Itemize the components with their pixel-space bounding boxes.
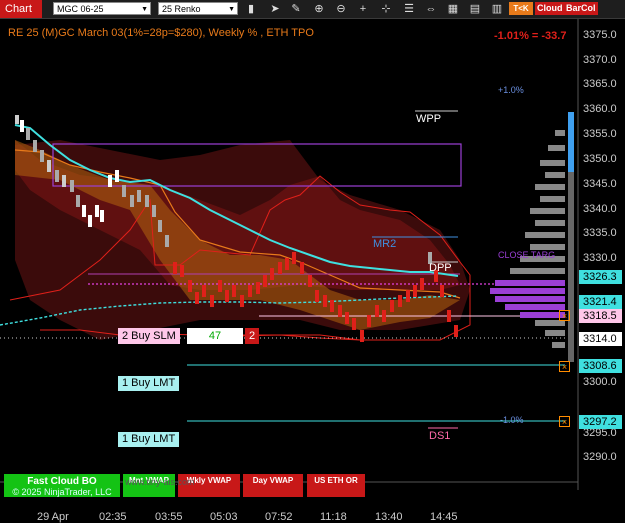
pencil-icon[interactable]: ✎ [289, 2, 303, 16]
fast-cloud-bo-button[interactable]: Fast Cloud BO © 2025 NinjaTrader, LLC [4, 474, 120, 497]
chart-panel[interactable]: RE 25 (M)GC March 03(1%=28p=$280), Weekl… [0, 19, 625, 523]
tok-button[interactable]: T<K [509, 2, 533, 15]
cancel-order-icon[interactable]: × [559, 310, 570, 321]
price-tick: 3345.0 [583, 178, 617, 190]
instrument-value: MGC 06-25 [57, 4, 104, 14]
minus-pct-label: -1.0% [500, 415, 524, 425]
plus-pct-label: +1.0% [498, 85, 524, 95]
price-tick: 3375.0 [583, 29, 617, 41]
wpp-label: WPP [416, 113, 442, 125]
properties-icon[interactable]: ☰ [402, 2, 416, 16]
fast-cloud-label: Fast Cloud BO [27, 476, 97, 487]
order-quantity-box[interactable]: 47 [187, 328, 243, 344]
price-tick: 3365.0 [583, 78, 617, 90]
copyright-text: © 2025 NinjaTrader, LLC [12, 487, 112, 497]
chart-canvas [0, 19, 579, 490]
price-tick: 3350.0 [583, 153, 617, 165]
price-tick: 3300.0 [583, 376, 617, 388]
day-vwap-button[interactable]: Day VWAP [243, 474, 303, 497]
chart-toolbar: Chart MGC 06-25 ▼ 25 Renko ▼ ▮ ➤ ✎ ⊕ ⊖ +… [0, 0, 625, 19]
watermark-text: www.tiny-ais.com [125, 477, 195, 487]
scroll-icon[interactable]: ⇔ [424, 2, 438, 16]
crosshair-icon[interactable]: + [356, 2, 370, 16]
time-tick: 05:03 [210, 511, 238, 523]
settings-icon[interactable]: ▥ [490, 2, 504, 16]
time-tick: 14:45 [430, 511, 458, 523]
order-count-badge[interactable]: 2 [245, 328, 259, 344]
price-tag-dashed: 3321.4 [579, 295, 622, 309]
buy-lmt-order-1[interactable]: 1 Buy LMT [118, 376, 180, 391]
grid-icon[interactable]: ▤ [468, 2, 482, 16]
time-tick: 07:52 [265, 511, 293, 523]
time-tick: 29 Apr [37, 511, 69, 523]
price-tag-lmt1: 3308.6 [579, 359, 622, 373]
cancel-order-icon[interactable]: × [559, 361, 570, 372]
buy-slm-order[interactable]: 2 Buy SLM [118, 328, 180, 344]
barcol-button[interactable]: BarCol [564, 2, 598, 15]
chart-title: RE 25 (M)GC March 03(1%=28p=$280), Weekl… [8, 27, 314, 39]
price-tick: 3335.0 [583, 227, 617, 239]
calendar-icon[interactable]: ▦ [446, 2, 460, 16]
bars-icon[interactable]: ▮ [244, 2, 258, 16]
mr2-label: MR2 [373, 238, 397, 250]
change-readout: -1.01% = -33.7 [494, 30, 567, 42]
global-crosshair-icon[interactable]: ⊹ [379, 2, 393, 16]
time-tick: 03:55 [155, 511, 183, 523]
price-tick: 3330.0 [583, 252, 617, 264]
instrument-selector[interactable]: MGC 06-25 ▼ [53, 2, 151, 15]
chevron-down-icon: ▼ [141, 6, 148, 13]
zoom-icon[interactable]: ⊕ [312, 2, 326, 16]
us-eth-or-button[interactable]: US ETH OR [307, 474, 365, 497]
price-tag-last: 3314.0 [579, 332, 622, 346]
bar-type-selector[interactable]: 25 Renko ▼ [158, 2, 238, 15]
chevron-down-icon: ▼ [228, 6, 235, 13]
time-tick: 02:35 [99, 511, 127, 523]
cancel-order-icon[interactable]: × [559, 416, 570, 427]
price-tick: 3370.0 [583, 54, 617, 66]
price-tag-vwap: 3326.3 [579, 270, 622, 284]
buy-lmt-order-2[interactable]: 1 Buy LMT [118, 432, 180, 447]
volume-profile [490, 112, 574, 362]
price-tag-slm: 3318.5 [579, 309, 622, 323]
dpp-label: DPP [429, 262, 452, 274]
time-tick: 11:18 [320, 511, 347, 523]
chart-tab[interactable]: Chart [0, 0, 42, 18]
cloud-button[interactable]: Cloud [535, 2, 565, 15]
time-tick: 13:40 [375, 511, 403, 523]
price-tag-lmt2: 3297.2 [579, 415, 622, 429]
price-tick: 3355.0 [583, 128, 617, 140]
price-tick: 3290.0 [583, 451, 617, 463]
price-tick: 3340.0 [583, 203, 617, 215]
price-tick: 3360.0 [583, 103, 617, 115]
bar-type-value: 25 Renko [162, 4, 201, 14]
ds1-label: DS1 [429, 430, 451, 442]
pointer-icon[interactable]: ➤ [268, 2, 282, 16]
close-target-label: CLOSE TARG [498, 250, 556, 260]
zoom-out-icon[interactable]: ⊖ [334, 2, 348, 16]
